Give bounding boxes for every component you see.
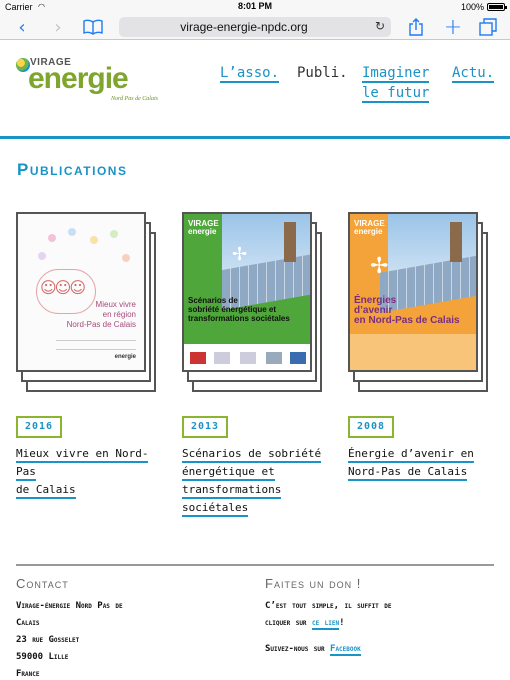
year-badge: 2008	[348, 416, 394, 438]
reload-icon[interactable]: ↻	[375, 19, 385, 33]
battery-percent: 100%	[460, 2, 484, 12]
wind-turbine-icon: ✢	[370, 254, 389, 279]
nav-asso[interactable]: L’asso.	[220, 63, 280, 83]
share-icon[interactable]	[406, 17, 426, 37]
tabs-icon[interactable]	[478, 17, 498, 37]
site-logo[interactable]: VIRAGE energie Nord Pas de Calais	[16, 56, 166, 106]
contact-address: Virage-énergie Nord Pas de Calais 23 rue…	[16, 601, 123, 679]
logo-region: Nord Pas de Calais	[111, 96, 158, 102]
belfry	[450, 222, 462, 262]
donate-link[interactable]: ce lien	[311, 618, 340, 630]
donate-heading: Faites un don !	[265, 576, 362, 591]
year-badge: 2016	[16, 416, 62, 438]
bookmarks-icon[interactable]	[82, 17, 104, 37]
cover-stack[interactable]: ✢ VIRAGE energie Scénarios de sobriété én…	[182, 212, 330, 392]
cover-image[interactable]: ☺☺☺ Mieux vivre en région Nord-Pas de Ca…	[16, 212, 146, 372]
cover-logo: VIRAGE energie	[354, 219, 385, 236]
nav-publi[interactable]: Publi.	[297, 63, 348, 83]
clock: 8:01 PM	[237, 1, 272, 11]
address-bar[interactable]: virage-energie-npdc.org ↻	[119, 17, 391, 37]
people-icon: ☺☺☺	[40, 278, 86, 297]
cover-title: Scénarios de sobriété énergétique et tra…	[188, 296, 290, 323]
cover-logo: VIRAGE energie	[188, 219, 219, 236]
back-icon[interactable]: ‹	[12, 17, 32, 38]
page-title: Publications	[17, 160, 128, 179]
cover-image[interactable]: ✢ VIRAGE energie Scénarios de sobriété én…	[182, 212, 312, 372]
publication-title[interactable]: Mieux vivre en Nord-Pas de Calais	[16, 445, 166, 499]
nav-imaginer-label-2: le futur	[362, 85, 430, 103]
forward-icon[interactable]: ›	[48, 17, 68, 38]
follow-text: Suivez-nous sur Facebook	[265, 644, 361, 656]
status-bar: Carrier ◠ 8:01 PM 100%	[0, 0, 510, 14]
logo-energie: energie	[28, 62, 129, 95]
nav-asso-label: L’asso.	[220, 65, 280, 83]
publication-title[interactable]: Énergie d’avenir en Nord-Pas de Calais	[348, 445, 498, 481]
nav-publi-label: Publi.	[297, 65, 348, 81]
cover-title: Énergies d’avenir en Nord-Pas de Calais	[354, 295, 460, 326]
nav-imaginer-label-1: Imaginer	[362, 65, 430, 83]
cover-subtitle-lines	[56, 340, 136, 350]
year-badge: 2013	[182, 416, 228, 438]
header-divider	[0, 136, 510, 139]
battery-icon	[487, 3, 507, 11]
facebook-link[interactable]: Facebook	[330, 644, 361, 656]
donate-text: C’est tout simple, il suffit de cliquer …	[265, 601, 392, 630]
footer-divider	[16, 564, 494, 566]
url-text: virage-energie-npdc.org	[180, 20, 308, 34]
wind-turbine-icon: ✢	[232, 244, 248, 265]
publication-title[interactable]: Scénarios de sobriété énergétique et tra…	[182, 445, 332, 517]
cover-band	[350, 334, 476, 370]
cover-stack[interactable]: ☺☺☺ Mieux vivre en région Nord-Pas de Ca…	[16, 212, 164, 392]
contact-heading: Contact	[16, 576, 69, 591]
cover-stack[interactable]: ✢ VIRAGE energie Énergies d’avenir en Nor…	[348, 212, 496, 392]
cover-logo: energie	[114, 354, 136, 360]
nav-actu-label: Actu.	[452, 65, 495, 83]
new-tab-icon[interactable]: +	[443, 15, 463, 40]
browser-toolbar: ‹ › virage-energie-npdc.org ↻ +	[0, 14, 510, 40]
nav-imaginer[interactable]: Imaginer le futur	[362, 63, 430, 103]
nav-actu[interactable]: Actu.	[452, 63, 495, 83]
cover-title: Mieux vivre en région Nord-Pas de Calais	[66, 300, 136, 329]
cover-image[interactable]: ✢ VIRAGE energie Énergies d’avenir en Nor…	[348, 212, 478, 372]
belfry	[284, 222, 296, 262]
